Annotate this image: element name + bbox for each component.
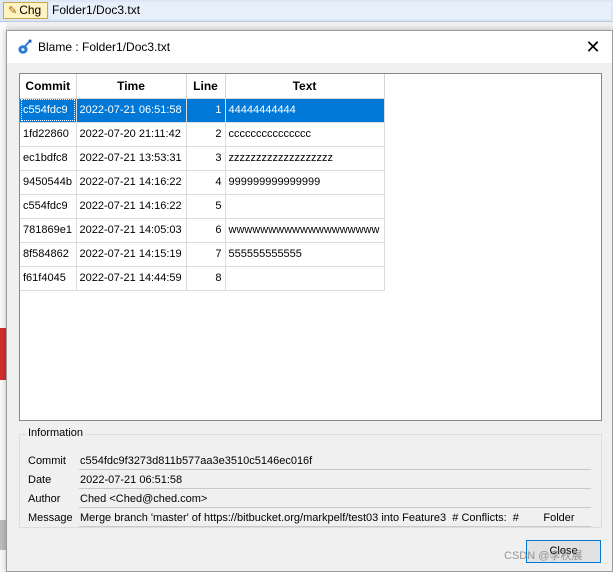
chg-label: Chg <box>19 3 42 17</box>
dialog-titlebar[interactable]: Blame : Folder1/Doc3.txt ✕ <box>7 31 612 63</box>
info-message-row: Message Merge branch 'master' of https:/… <box>28 512 598 528</box>
table-row[interactable]: 1fd22860 2022-07-20 21:11:42 2 ccccccccc… <box>20 122 385 147</box>
commit-cell: 8f584862 <box>20 242 77 267</box>
commit-cell: 9450544b <box>20 170 77 195</box>
table-row[interactable]: c554fdc9 2022-07-21 14:16:22 5 <box>20 194 385 219</box>
text-cell: ccccccccccccccc <box>225 122 385 147</box>
background-toolbar: ✎ Chg Folder1/Doc3.txt <box>0 0 613 22</box>
time-cell: 2022-07-21 13:53:31 <box>76 146 187 171</box>
text-cell: 44444444444 <box>225 98 385 123</box>
table-row[interactable]: c554fdc9 2022-07-21 06:51:58 1 444444444… <box>20 98 385 123</box>
time-cell: 2022-07-21 14:16:22 <box>76 170 187 195</box>
blame-list[interactable]: Commit Time Line Text c554fdc9 2022-07-2… <box>19 73 602 421</box>
text-cell: 555555555555 <box>225 242 385 267</box>
line-cell: 4 <box>186 170 226 195</box>
table-row[interactable]: ec1bdfc8 2022-07-21 13:53:31 3 zzzzzzzzz… <box>20 146 385 171</box>
info-date-row: Date 2022-07-21 06:51:58 <box>28 474 598 490</box>
line-cell: 8 <box>186 266 226 291</box>
commit-cell: c554fdc9 <box>20 98 77 123</box>
text-cell: 999999999999999 <box>225 170 385 195</box>
column-header-line[interactable]: Line <box>186 74 226 99</box>
date-label: Date <box>28 474 52 486</box>
date-value[interactable]: 2022-07-21 06:51:58 <box>79 474 591 489</box>
time-cell: 2022-07-21 14:15:19 <box>76 242 187 267</box>
time-cell: 2022-07-21 14:16:22 <box>76 194 187 219</box>
close-button[interactable]: Close <box>526 540 601 563</box>
time-cell: 2022-07-21 06:51:58 <box>76 98 187 123</box>
text-cell: wwwwwwwwwwwwwwwwwww <box>225 218 385 243</box>
guitar-icon <box>18 39 32 54</box>
dialog-title: Blame : Folder1/Doc3.txt <box>38 40 171 54</box>
message-label: Message <box>28 512 73 524</box>
time-cell: 2022-07-20 21:11:42 <box>76 122 187 147</box>
text-cell <box>225 266 385 291</box>
header-row: Commit Time Line Text <box>20 74 385 99</box>
line-cell: 3 <box>186 146 226 171</box>
commit-value[interactable]: c554fdc9f3273d811b577aa3e3510c5146ec016f <box>79 455 591 470</box>
author-value[interactable]: Ched <Ched@ched.com> <box>79 493 591 508</box>
commit-label: Commit <box>28 455 66 467</box>
table-row[interactable]: 8f584862 2022-07-21 14:15:19 7 555555555… <box>20 242 385 267</box>
author-label: Author <box>28 493 61 505</box>
time-cell: 2022-07-21 14:44:59 <box>76 266 187 291</box>
column-header-text[interactable]: Text <box>225 74 385 99</box>
information-group: Information Commit c554fdc9f3273d811b577… <box>19 427 602 528</box>
table-row[interactable]: 781869e1 2022-07-21 14:05:03 6 wwwwwwwww… <box>20 218 385 243</box>
line-cell: 2 <box>186 122 226 147</box>
commit-cell: 1fd22860 <box>20 122 77 147</box>
commit-cell: c554fdc9 <box>20 194 77 219</box>
message-value[interactable]: Merge branch 'master' of https://bitbuck… <box>79 512 591 527</box>
commit-cell: ec1bdfc8 <box>20 146 77 171</box>
line-cell: 7 <box>186 242 226 267</box>
commit-cell: f61f4045 <box>20 266 77 291</box>
table-row[interactable]: 9450544b 2022-07-21 14:16:22 4 999999999… <box>20 170 385 195</box>
time-cell: 2022-07-21 14:05:03 <box>76 218 187 243</box>
table-row[interactable]: f61f4045 2022-07-21 14:44:59 8 <box>20 266 385 291</box>
line-cell: 1 <box>186 98 226 123</box>
chg-button[interactable]: ✎ Chg <box>3 2 48 19</box>
close-icon[interactable]: ✕ <box>582 36 604 58</box>
info-author-row: Author Ched <Ched@ched.com> <box>28 493 598 509</box>
column-header-commit[interactable]: Commit <box>20 74 77 99</box>
blame-table: Commit Time Line Text c554fdc9 2022-07-2… <box>20 74 385 291</box>
information-legend: Information <box>26 427 86 439</box>
line-cell: 5 <box>186 194 226 219</box>
commit-cell: 781869e1 <box>20 218 77 243</box>
column-header-time[interactable]: Time <box>76 74 187 99</box>
pencil-icon: ✎ <box>8 5 18 17</box>
line-cell: 6 <box>186 218 226 243</box>
info-commit-row: Commit c554fdc9f3273d811b577aa3e3510c514… <box>28 455 598 471</box>
blame-dialog: Blame : Folder1/Doc3.txt ✕ Commit Time L… <box>6 30 613 572</box>
path-field[interactable]: Folder1/Doc3.txt <box>49 2 611 19</box>
text-cell <box>225 194 385 219</box>
text-cell: zzzzzzzzzzzzzzzzzzz <box>225 146 385 171</box>
